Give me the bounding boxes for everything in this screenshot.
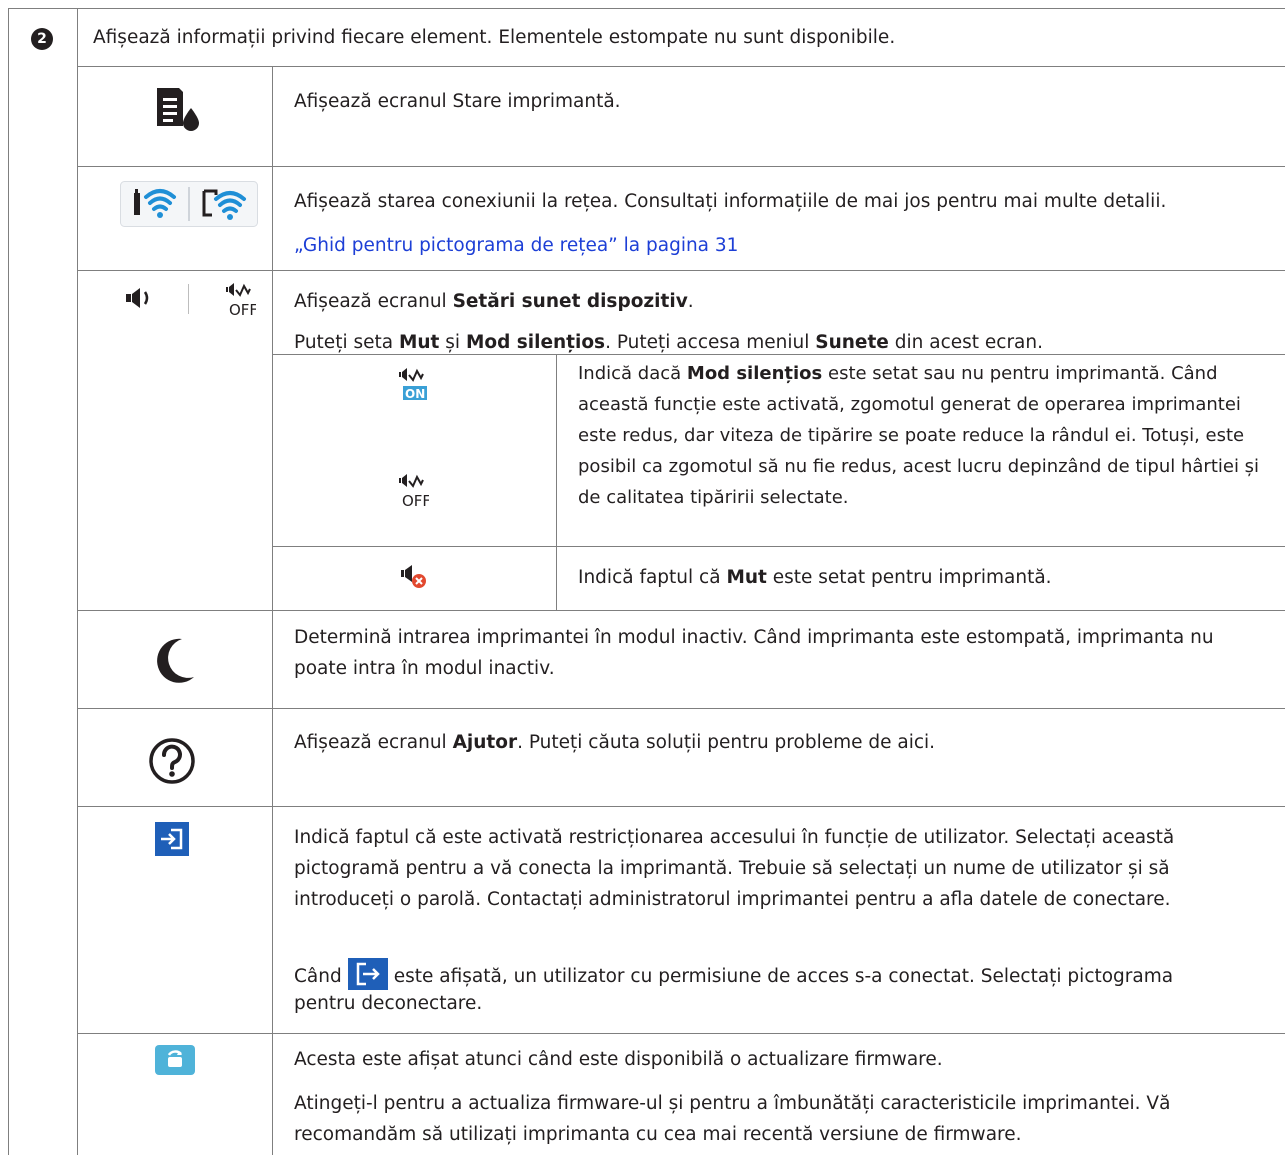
wifi-status-icons[interactable] [120, 181, 258, 232]
moon-icon[interactable] [152, 637, 196, 688]
help-question-icon[interactable] [148, 737, 196, 790]
login-icon[interactable] [155, 822, 189, 861]
sound-text-line1: Afișează ecranul Setări sunet dispozitiv… [294, 291, 694, 312]
header-text: Afișează informații privind fiecare elem… [93, 27, 896, 48]
quiet-mode-off-icon: OFF [226, 282, 258, 323]
info-table: 2 Afișează informații privind fiecare el… [0, 0, 1285, 1155]
sound-icon-divider [188, 284, 189, 314]
help-text: Afișează ecranul Ajutor. Puteți căuta so… [294, 732, 936, 753]
sleep-text: Determină intrarea imprimantei în modul … [294, 627, 1214, 679]
mute-icon [401, 564, 429, 595]
quiet-mode-text: Indică dacă Mod silențios este setat sau… [578, 363, 1260, 508]
printer-status-ink-icon [153, 86, 201, 139]
quiet-mode-off-icon-2: OFF [399, 473, 431, 514]
sound-text-line2: Puteți seta Mut și Mod silențios. Puteți… [294, 332, 1043, 353]
row-number-badge: 2 [31, 28, 53, 50]
svg-text:ON: ON [405, 387, 425, 401]
svg-text:OFF: OFF [229, 301, 256, 318]
network-text: Afișează starea conexiunii la rețea. Con… [294, 191, 1167, 212]
quiet-mode-on-icon: ON [399, 367, 429, 408]
mute-text: Indică faptul că Mut este setat pentru i… [578, 567, 1052, 588]
firmware-update-icon[interactable] [155, 1045, 195, 1080]
network-icon-guide-link[interactable]: „Ghid pentru pictograma de rețea” la pag… [294, 230, 738, 261]
firmware-text-1: Acesta este afișat atunci când este disp… [294, 1049, 943, 1070]
printer-status-text: Afișează ecranul Stare imprimantă. [294, 91, 621, 112]
speaker-on-icon [126, 286, 160, 315]
login-text: Indică faptul că este activată restricți… [294, 827, 1175, 910]
firmware-text-2: Atingeți-l pentru a actualiza firmware-u… [294, 1093, 1171, 1145]
svg-text:OFF: OFF [402, 492, 429, 509]
login-text-3: pentru deconectare. [294, 993, 483, 1014]
